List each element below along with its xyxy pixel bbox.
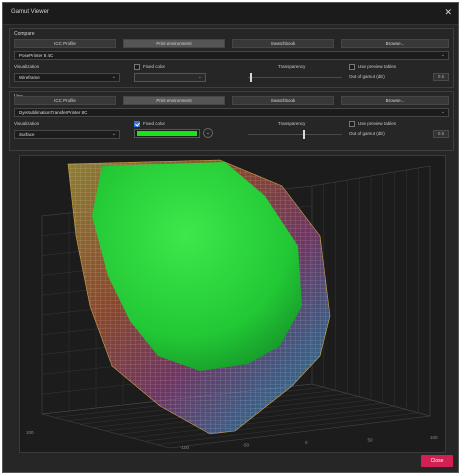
compare-section-label: Compare [14, 31, 35, 37]
window-title: Gamut Viewer [11, 9, 49, 15]
axis-tick-label: -100 [180, 445, 190, 450]
use-tab-print-environment[interactable]: Print environment [123, 96, 225, 105]
compare-tab-icc-profile[interactable]: ICC Profile [14, 39, 116, 48]
use-tab-browse[interactable]: Browse... [341, 96, 449, 105]
axis-tick-label: 50 [368, 438, 374, 443]
compare-profile-select[interactable]: PosePrinter 8 4C ⌄ [14, 51, 449, 60]
compare-out-of-gamut-label: Out of gamut (dE) [349, 74, 385, 79]
fixed-color-fill [137, 131, 197, 136]
use-tab-icc-profile[interactable]: ICC Profile [14, 96, 116, 105]
close-icon[interactable]: ✕ [444, 7, 452, 18]
use-fixed-color-checkbox[interactable] [134, 121, 140, 127]
chevron-down-icon: ⌄ [440, 109, 445, 115]
use-tab-swatchbook[interactable]: Swatchbook [232, 96, 334, 105]
compare-visualization-value: Wireframe [19, 75, 40, 80]
compare-section: Compare ICC Profile Print environment Sw… [9, 28, 454, 88]
title-bar: Gamut Viewer ✕ [3, 3, 458, 25]
gamut-viewer-window: Gamut Viewer ✕ Compare ICC Profile Print… [2, 2, 459, 473]
use-profile-select[interactable]: DyeSublimationTransferPrinter 8C ⌄ [14, 108, 449, 117]
use-fixed-color-label: Fixed color [143, 121, 166, 126]
compare-fixed-color-label: Fixed color [143, 64, 166, 69]
compare-transparency-label: Transparency [278, 64, 306, 69]
chevron-down-icon: ⌄ [440, 52, 445, 58]
compare-fixed-color-swatch[interactable]: ⌄ [134, 73, 206, 82]
gamut-plot: -100 -50 0 50 100 100 [26, 159, 438, 450]
chevron-down-icon[interactable]: ⌄ [203, 128, 213, 138]
axis-tick-label: 100 [430, 435, 438, 440]
compare-use-preview-checkbox[interactable] [349, 64, 355, 70]
use-transparency-track[interactable] [248, 134, 342, 135]
compare-transparency-track[interactable] [248, 77, 342, 78]
use-visualization-select[interactable]: Surface ⌄ [14, 130, 120, 139]
use-use-preview-label: Use preview tables [358, 121, 397, 126]
compare-visualization-select[interactable]: Wireframe ⌄ [14, 73, 120, 82]
use-visualization-value: Surface [19, 132, 35, 137]
close-button[interactable]: Close [421, 455, 453, 467]
use-out-of-gamut-spinner[interactable]: 0.5 [433, 130, 449, 138]
gamut-3d-viewport[interactable]: -100 -50 0 50 100 100 [19, 155, 446, 453]
compare-tab-browse[interactable]: Browse... [341, 39, 449, 48]
compare-visualization-label: Visualization [14, 64, 40, 69]
compare-tab-print-environment[interactable]: Print environment [123, 39, 225, 48]
compare-out-of-gamut-spinner[interactable]: 0.5 [433, 73, 449, 81]
compare-use-preview-label: Use preview tables [358, 64, 397, 69]
compare-profile-value: PosePrinter 8 4C [19, 53, 54, 58]
use-transparency-handle[interactable] [303, 130, 306, 139]
use-visualization-label: Visualization [14, 121, 40, 126]
use-use-preview-checkbox[interactable] [349, 121, 355, 127]
compare-tab-swatchbook[interactable]: Swatchbook [232, 39, 334, 48]
compare-transparency-handle[interactable] [249, 73, 252, 82]
axis-tick-label: 100 [26, 430, 34, 435]
use-section: Use ICC Profile Print environment Swatch… [9, 91, 454, 151]
use-transparency-label: Transparency [278, 121, 306, 126]
axis-tick-label: -50 [243, 443, 250, 448]
chevron-down-icon: ⌄ [111, 131, 116, 137]
use-profile-value: DyeSublimationTransferPrinter 8C [19, 110, 88, 115]
use-fixed-color-swatch[interactable] [134, 129, 200, 138]
compare-fixed-color-checkbox[interactable] [134, 64, 140, 70]
axis-labels: -100 -50 0 50 100 100 [26, 430, 438, 450]
use-out-of-gamut-label: Out of gamut (dE) [349, 131, 385, 136]
chevron-down-icon: ⌄ [197, 74, 202, 80]
chevron-down-icon: ⌄ [111, 74, 116, 80]
axis-tick-label: 0 [305, 440, 308, 445]
